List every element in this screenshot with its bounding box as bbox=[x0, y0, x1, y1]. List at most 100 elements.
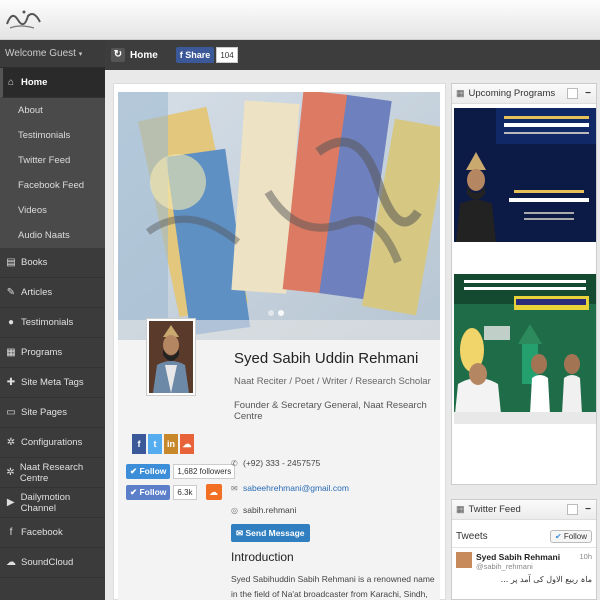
sidebar-item-label: Programs bbox=[21, 347, 63, 358]
facebook-share-button[interactable]: f Share bbox=[175, 47, 215, 63]
widget-header: ▦ Upcoming Programs − bbox=[452, 84, 596, 104]
gear-icon: ✲ bbox=[6, 466, 15, 478]
book-icon: ▤ bbox=[6, 256, 16, 268]
chevron-down-icon: ▾ bbox=[78, 51, 83, 58]
calendar-icon: ▦ bbox=[456, 88, 465, 98]
sidebar-item-label: Dailymotion Channel bbox=[20, 491, 71, 514]
soundcloud-icon[interactable]: ☁ bbox=[180, 434, 194, 454]
sidebar-item-site-meta-tags[interactable]: ✚ Site Meta Tags bbox=[0, 368, 105, 398]
sidebar-item-facebook[interactable]: f Facebook bbox=[0, 518, 105, 548]
sidebar-item-label: Site Pages bbox=[21, 407, 67, 418]
twitter-follow-row: ✔ Follow 1,682 followers bbox=[126, 464, 236, 479]
email-row: ✉ sabeehrehmani@gmail.com bbox=[231, 483, 349, 493]
sidebar-item-naat-research-centre[interactable]: ✲ Naat Research Centre bbox=[0, 458, 105, 488]
sidebar: Welcome Guest ▾ ⌂ Home About Testimonials T… bbox=[0, 40, 105, 600]
tweets-header: Tweets ✔ Follow bbox=[452, 526, 596, 548]
twitter-follow-button[interactable]: ✔ Follow bbox=[549, 530, 592, 543]
subnav-item-twitter-feed[interactable]: Twitter Feed bbox=[0, 148, 105, 173]
sidebar-item-dailymotion-channel[interactable]: ▶ Dailymotion Channel bbox=[0, 488, 105, 518]
sidebar-item-programs[interactable]: ▦ Programs bbox=[0, 338, 105, 368]
sidebar-item-home[interactable]: ⌂ Home bbox=[0, 68, 105, 98]
email-link[interactable]: sabeehrehmani@gmail.com bbox=[243, 483, 349, 493]
follow-label: Follow bbox=[563, 532, 587, 541]
phone-number: (+92) 333 - 2457575 bbox=[243, 458, 321, 468]
skype-id: sabih.rehmani bbox=[243, 505, 297, 515]
linkedin-icon[interactable]: in bbox=[164, 434, 178, 454]
follow-count: 6.3k bbox=[173, 484, 197, 500]
send-message-button[interactable]: ✉ Send Message bbox=[231, 524, 310, 542]
twitter-icon: ✔ bbox=[554, 532, 564, 541]
home-subnav: About Testimonials Twitter Feed Facebook Fe… bbox=[0, 98, 105, 248]
widget-expand-icon[interactable] bbox=[567, 88, 578, 99]
sidebar-item-site-pages[interactable]: ▭ Site Pages bbox=[0, 398, 105, 428]
sidebar-item-configurations[interactable]: ✲ Configurations bbox=[0, 428, 105, 458]
article-icon: ✎ bbox=[6, 286, 16, 298]
sidebar-item-label: Articles bbox=[21, 287, 53, 298]
share-label: Share bbox=[185, 50, 211, 60]
sidebar-item-label: Configurations bbox=[21, 437, 83, 448]
tweet-author-handle[interactable]: @sabih_rehmani bbox=[476, 562, 560, 571]
widget-minimize-icon[interactable]: − bbox=[585, 504, 591, 515]
banner-image bbox=[118, 92, 440, 340]
subnav-item-audio-naats[interactable]: Audio Naats bbox=[0, 223, 105, 248]
sidebar-item-testimonials[interactable]: ● Testimonials bbox=[0, 308, 105, 338]
home-breadcrumb[interactable]: ↻ Home bbox=[111, 48, 158, 62]
calendar-icon: ▦ bbox=[6, 346, 16, 358]
tweet-text: ماہ ربیع الاول کی آمد پر ... bbox=[500, 575, 592, 584]
sidebar-item-books[interactable]: ▤ Books bbox=[0, 248, 105, 278]
slider-dot[interactable] bbox=[278, 310, 284, 316]
subnav-item-facebook-feed[interactable]: Facebook Feed bbox=[0, 173, 105, 198]
skype-icon: ◎ bbox=[231, 505, 238, 515]
video-icon: ▶ bbox=[6, 496, 15, 508]
sidebar-item-articles[interactable]: ✎ Articles bbox=[0, 278, 105, 308]
upcoming-programs-widget: ▦ Upcoming Programs − bbox=[451, 83, 597, 485]
widget-expand-icon[interactable] bbox=[567, 504, 578, 515]
tweet-avatar bbox=[456, 552, 472, 568]
profile-name: Syed Sabih Uddin Rehmani bbox=[234, 350, 419, 367]
twitter-follow-button[interactable]: ✔ Follow bbox=[126, 464, 171, 479]
follow-button[interactable]: ✔ Follow bbox=[126, 484, 171, 500]
welcome-dropdown[interactable]: Welcome Guest ▾ bbox=[0, 40, 105, 68]
subnav-item-testimonials[interactable]: Testimonials bbox=[0, 123, 105, 148]
slider-dot[interactable] bbox=[268, 310, 274, 316]
twitter-icon[interactable]: t bbox=[148, 434, 162, 454]
facebook-icon[interactable]: f bbox=[132, 434, 146, 454]
program-poster[interactable] bbox=[454, 108, 596, 242]
widget-title: Twitter Feed bbox=[468, 504, 521, 515]
gear-icon: ✲ bbox=[6, 436, 16, 448]
soundcloud-icon[interactable]: ☁ bbox=[205, 484, 222, 500]
soundcloud-follow-row: ✔ Follow 6.3k ☁ bbox=[126, 484, 222, 500]
share-count: 104 bbox=[216, 47, 238, 63]
sidebar-item-label: Books bbox=[21, 257, 48, 268]
skype-row: ◎ sabih.rehmani bbox=[231, 505, 296, 515]
phone-row: ✆ (+92) 333 - 2457575 bbox=[231, 458, 320, 468]
phone-icon: ✆ bbox=[231, 458, 238, 468]
slider-dots bbox=[268, 310, 284, 316]
tweet-time: 10h bbox=[579, 552, 592, 561]
sidebar-item-soundcloud[interactable]: ☁ SoundCloud bbox=[0, 548, 105, 578]
banner-slider[interactable] bbox=[118, 92, 440, 340]
site-logo[interactable] bbox=[4, 6, 44, 32]
avatar bbox=[146, 318, 196, 396]
widget-minimize-icon[interactable]: − bbox=[585, 88, 591, 99]
poster-image bbox=[454, 274, 596, 424]
intro-title: Introduction bbox=[231, 550, 294, 564]
home-icon: ⌂ bbox=[7, 76, 15, 88]
sidebar-item-label: Naat Research Centre bbox=[19, 461, 84, 484]
poster-image bbox=[454, 108, 596, 242]
tweet-item[interactable]: Syed Sabih Rehmani @sabih_rehmani 10h bbox=[452, 548, 596, 575]
sidebar-item-label: SoundCloud bbox=[21, 557, 74, 568]
refresh-icon[interactable]: ↻ bbox=[111, 48, 125, 62]
subnav-item-videos[interactable]: Videos bbox=[0, 198, 105, 223]
calendar-icon: ▦ bbox=[456, 504, 465, 514]
facebook-share[interactable]: f Share 104 bbox=[175, 47, 238, 63]
subnav-item-about[interactable]: About bbox=[0, 98, 105, 123]
tag-icon: ✚ bbox=[6, 376, 16, 388]
program-poster[interactable] bbox=[454, 274, 596, 424]
avatar-photo bbox=[149, 321, 193, 393]
page-header: ↻ Home f Share 104 bbox=[105, 40, 600, 70]
social-links: f t in ☁ bbox=[132, 434, 194, 454]
email-icon: ✉ bbox=[231, 483, 238, 493]
tweet-author-name[interactable]: Syed Sabih Rehmani bbox=[476, 552, 560, 562]
tweets-label: Tweets bbox=[456, 531, 488, 542]
